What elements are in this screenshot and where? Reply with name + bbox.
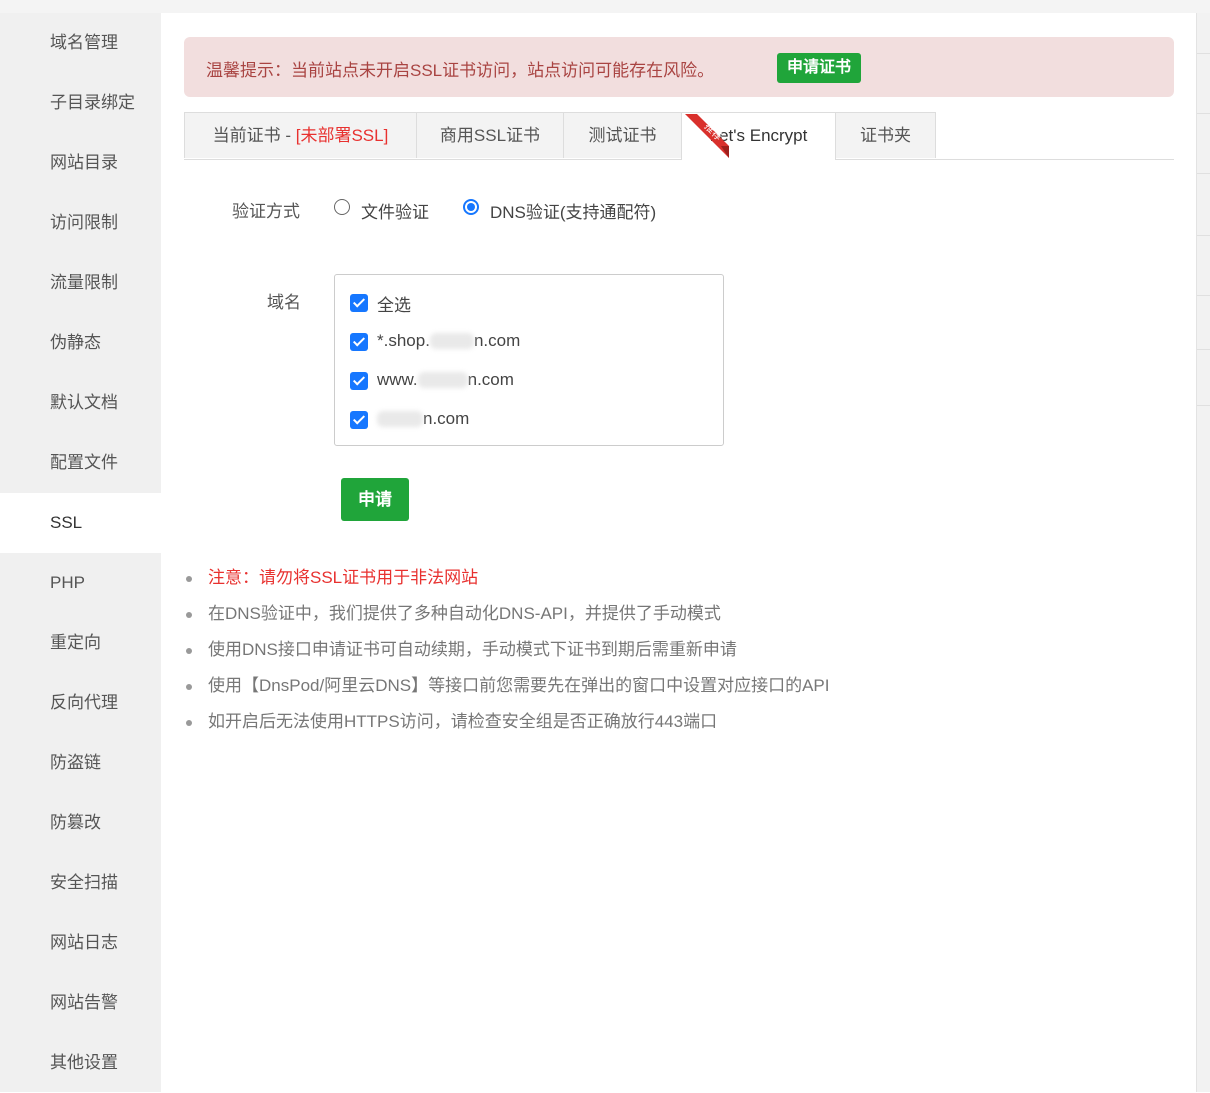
apply-button[interactable]: 申请: [341, 478, 409, 521]
ssl-status-badge: [未部署SSL]: [295, 126, 389, 145]
sidebar-item-rewrite[interactable]: 伪静态: [0, 313, 161, 373]
apply-certificate-button[interactable]: 申请证书: [777, 53, 862, 83]
row-divider: [1197, 53, 1210, 54]
domain-checkbox[interactable]: [350, 333, 368, 351]
sidebar-item-hotlink-protection[interactable]: 防盗链: [0, 733, 161, 793]
help-notes: 注意：请勿将SSL证书用于非法网站 在DNS验证中，我们提供了多种自动化DNS-…: [183, 566, 830, 746]
sidebar-item-config-file[interactable]: 配置文件: [0, 433, 161, 493]
select-all-checkbox[interactable]: [350, 294, 368, 312]
sidebar-item-php[interactable]: PHP: [0, 553, 161, 613]
domain-checkbox[interactable]: [350, 411, 368, 429]
redacted-domain: [417, 372, 468, 388]
sidebar-item-redirect[interactable]: 重定向: [0, 613, 161, 673]
note-item: 在DNS验证中，我们提供了多种自动化DNS-API，并提供了手动模式: [183, 602, 830, 638]
row-divider: [1197, 295, 1210, 296]
row-divider: [1197, 405, 1210, 406]
ssl-panel: 温馨提示：当前站点未开启SSL证书访问，站点访问可能存在风险。 申请证书 当前证…: [161, 13, 1196, 1092]
sidebar-item-reverse-proxy[interactable]: 反向代理: [0, 673, 161, 733]
redacted-domain: [377, 411, 423, 427]
sidebar-item-security-scan[interactable]: 安全扫描: [0, 853, 161, 913]
tab-test-certificate[interactable]: 测试证书: [563, 112, 682, 158]
domain-checkbox-list: 全选 *.shop. n.com www. n.com n.com: [334, 274, 724, 446]
tab-current-certificate[interactable]: 当前证书 - [未部署SSL]: [184, 112, 417, 158]
tab-commercial-ssl[interactable]: 商用SSL证书: [416, 112, 564, 158]
recommend-ribbon: 推荐: [685, 114, 729, 158]
domain-label[interactable]: n.com: [377, 408, 469, 429]
note-item: 注意：请勿将SSL证书用于非法网站: [183, 566, 830, 602]
tab-label: 当前证书 -: [212, 126, 296, 145]
sidebar-item-default-doc[interactable]: 默认文档: [0, 373, 161, 433]
redacted-domain: [429, 333, 474, 349]
sidebar-item-other-settings[interactable]: 其他设置: [0, 1033, 161, 1093]
domain-label[interactable]: *.shop. n.com: [377, 330, 520, 351]
note-item: 使用【DnsPod/阿里云DNS】等接口前您需要先在弹出的窗口中设置对应接口的A…: [183, 674, 830, 710]
domain-label: 域名: [267, 293, 301, 312]
note-item: 如开启后无法使用HTTPS访问，请检查安全组是否正确放行443端口: [183, 710, 830, 746]
background-window-edge: [1196, 13, 1210, 1092]
domain-checkbox[interactable]: [350, 372, 368, 390]
top-strip: [0, 0, 1210, 14]
radio-file-verify[interactable]: [334, 199, 350, 215]
sidebar-item-ssl[interactable]: SSL: [0, 493, 161, 553]
radio-file-verify-label[interactable]: 文件验证: [361, 198, 429, 223]
row-divider: [1197, 113, 1210, 114]
row-divider: [1197, 349, 1210, 350]
select-all-label[interactable]: 全选: [377, 291, 411, 316]
sidebar-item-traffic-limit[interactable]: 流量限制: [0, 253, 161, 313]
sidebar-item-site-directory[interactable]: 网站目录: [0, 133, 161, 193]
domain-prefix: www.: [377, 370, 418, 389]
site-settings-sidebar: 域名管理 子目录绑定 网站目录 访问限制 流量限制 伪静态 默认文档 配置文件 …: [0, 13, 161, 1092]
sidebar-item-site-alerts[interactable]: 网站告警: [0, 973, 161, 1033]
radio-dns-verify-label[interactable]: DNS验证(支持通配符): [490, 198, 656, 223]
sidebar-item-subdir-binding[interactable]: 子目录绑定: [0, 73, 161, 133]
sidebar-item-access-limit[interactable]: 访问限制: [0, 193, 161, 253]
domain-suffix: n.com: [473, 331, 521, 350]
domain-suffix: n.com: [467, 370, 514, 389]
alert-text: 温馨提示：当前站点未开启SSL证书访问，站点访问可能存在风险。: [206, 61, 715, 80]
sidebar-item-site-logs[interactable]: 网站日志: [0, 913, 161, 973]
ssl-warning-alert: 温馨提示：当前站点未开启SSL证书访问，站点访问可能存在风险。 申请证书: [184, 37, 1174, 97]
row-divider: [1197, 173, 1210, 174]
note-item: 使用DNS接口申请证书可自动续期，手动模式下证书到期后需重新申请: [183, 638, 830, 674]
domain-prefix: *.shop.: [377, 331, 430, 350]
verify-method-label: 验证方式: [232, 202, 300, 221]
radio-dns-verify[interactable]: [463, 199, 479, 215]
domain-suffix: n.com: [423, 409, 470, 428]
tab-certificate-folder[interactable]: 证书夹: [835, 112, 936, 158]
sidebar-item-tamper-protection[interactable]: 防篡改: [0, 793, 161, 853]
domain-label[interactable]: www. n.com: [377, 369, 514, 390]
row-divider: [1197, 235, 1210, 236]
sidebar-item-domain[interactable]: 域名管理: [0, 13, 161, 73]
